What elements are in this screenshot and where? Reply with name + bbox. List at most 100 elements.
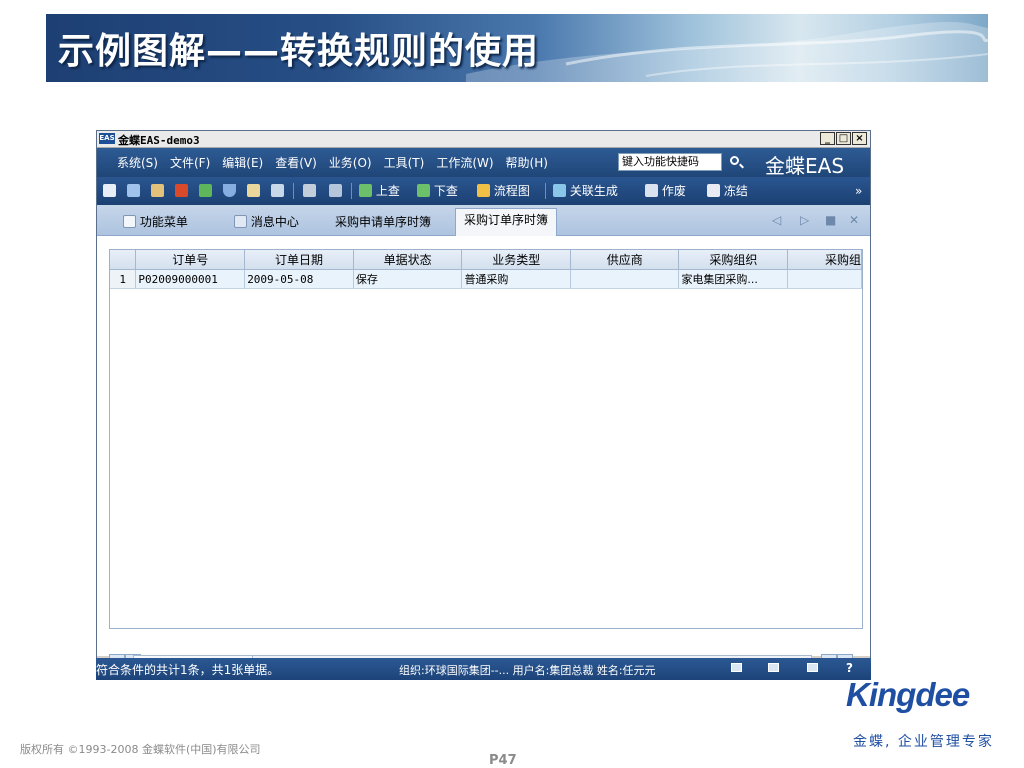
help-icon[interactable]: ? [846,661,853,675]
table-header-row: 订单号 订单日期 单据状态 业务类型 供应商 采购组织 采购组 [110,250,862,270]
locate-button[interactable] [247,183,260,199]
print-preview-icon [329,184,342,197]
void-icon [645,184,658,197]
keyboard-icon[interactable] [807,663,818,672]
locate-icon [247,184,260,197]
filter-icon [223,184,236,197]
up-query-icon [359,184,372,197]
copyright-text: 版权所有 ©1993-2008 金蝶软件(中国)有限公司 [20,743,261,756]
toolbar-separator [351,183,352,199]
column-header-supplier[interactable]: 供应商 [570,250,680,270]
cell-purchase-org[interactable]: 家电集团采购... [678,269,789,289]
menu-help[interactable]: 帮助(H) [506,154,548,171]
tab-close-icon[interactable]: ✕ [849,213,859,227]
list-content: 订单号 订单日期 单据状态 业务类型 供应商 采购组织 采购组 1 P02009… [97,236,870,656]
column-header-business-type[interactable]: 业务类型 [461,250,571,270]
flowchart-label: 流程图 [493,184,530,198]
menu-business[interactable]: 业务(O) [329,154,372,171]
notes-icon[interactable] [768,663,779,672]
attachment-icon [271,184,284,197]
pen-icon [151,184,164,197]
tab-list-icon[interactable]: ■ [825,213,836,227]
cell-doc-status[interactable]: 保存 [353,269,463,289]
menu-tools[interactable]: 工具(T) [384,154,425,171]
page-number: P47 [489,753,517,768]
order-grid: 订单号 订单日期 单据状态 业务类型 供应商 采购组织 采购组 1 P02009… [109,249,863,629]
freeze-label: 冻结 [723,184,748,198]
menu-workflow[interactable]: 工作流(W) [436,154,493,171]
search-icon[interactable] [730,156,739,165]
linked-generate-button[interactable]: 关联生成 [553,183,618,199]
app-window: EAS 金蝶EAS-demo3 _ □ × 系统(S) 文件(F) 编辑(E) … [96,130,871,680]
column-header-order-no[interactable]: 订单号 [135,250,246,270]
menu-bar: 系统(S) 文件(F) 编辑(E) 查看(V) 业务(O) 工具(T) 工作流(… [97,148,870,178]
calculator-icon[interactable] [731,663,742,672]
delete-button[interactable] [175,183,188,199]
tab-purchase-order-list[interactable]: 采购订单序时簿 [455,208,558,236]
up-query-label: 上查 [375,184,400,198]
freeze-button[interactable]: 冻结 [707,183,748,199]
close-button[interactable]: × [852,132,867,145]
flowchart-icon [477,184,490,197]
cell-order-date[interactable]: 2009-05-08 [244,269,354,289]
print-button[interactable] [303,183,316,199]
minimize-button[interactable]: _ [820,132,835,145]
org-user-status: 组织:环球国际集团--... 用户名:集团总裁 姓名:任元元 [399,664,656,677]
cell-business-type[interactable]: 普通采购 [461,269,571,289]
delete-x-icon [175,184,188,197]
filter-button[interactable] [223,183,236,199]
tab-prev-icon[interactable]: ◁ [772,213,781,227]
message-icon [234,215,247,228]
print-icon [303,184,316,197]
binoculars-icon [127,184,140,197]
toolbar-overflow-button[interactable]: » [855,183,862,199]
column-header-order-date[interactable]: 订单日期 [244,250,354,270]
status-bar: 符合条件的共计1条，共1张单据。 组织:环球国际集团--... 用户名:集团总裁… [96,658,871,680]
new-doc-icon [103,184,116,197]
window-titlebar[interactable]: EAS 金蝶EAS-demo3 _ □ × [97,131,870,148]
record-count-status: 符合条件的共计1条，共1张单据。 [96,663,280,677]
order-table: 订单号 订单日期 单据状态 业务类型 供应商 采购组织 采购组 1 P02009… [110,250,862,289]
slogan: 金蝶, 企业管理专家 [853,734,994,750]
new-button[interactable] [103,183,116,199]
down-query-icon [417,184,430,197]
view-button[interactable] [127,183,140,199]
cell-order-no[interactable]: P02009000001 [135,269,246,289]
refresh-icon [199,184,212,197]
cell-purchase-group[interactable] [787,269,862,289]
up-query-button[interactable]: 上查 [359,183,400,199]
table-row[interactable]: 1 P02009000001 2009-05-08 保存 普通采购 家电集团采购… [110,269,862,289]
attachment-button[interactable] [271,183,284,199]
row-number: 1 [110,269,137,289]
toolbar-separator [545,183,546,199]
down-query-button[interactable]: 下查 [417,183,458,199]
function-code-input[interactable]: 键入功能快捷码 [618,153,722,171]
lock-icon [707,184,720,197]
print-preview-button[interactable] [329,183,342,199]
edit-button[interactable] [151,183,164,199]
column-header-purchase-org[interactable]: 采购组织 [678,250,789,270]
column-header-purchase-group[interactable]: 采购组 [787,250,862,270]
linked-generate-label: 关联生成 [569,184,618,198]
refresh-button[interactable] [199,183,212,199]
tab-bar: 功能菜单 消息中心 采购申请单序时簿 采购订单序时簿 ◁ ▷ ■ ✕ [97,205,870,236]
kingdee-logo: Kingdee [846,676,970,713]
menu-view[interactable]: 查看(V) [275,154,317,171]
slide-title: 示例图解——转换规则的使用 [58,31,540,72]
eas-app-icon: EAS [99,133,115,144]
menu-system[interactable]: 系统(S) [117,154,158,171]
void-button[interactable]: 作废 [645,183,686,199]
tab-purchase-request-list[interactable]: 采购申请单序时簿 [335,213,431,230]
flowchart-button[interactable]: 流程图 [477,183,530,199]
toolbar: 上查 下查 流程图 关联生成 作废 冻结 » [97,177,870,205]
menu-edit[interactable]: 编辑(E) [222,154,263,171]
function-menu-icon [123,215,136,228]
menu-file[interactable]: 文件(F) [170,154,210,171]
maximize-button[interactable]: □ [836,132,851,145]
tab-message-center[interactable]: 消息中心 [234,213,299,230]
cell-supplier[interactable] [570,269,680,289]
tab-function-menu[interactable]: 功能菜单 [123,213,188,230]
tab-next-icon[interactable]: ▷ [800,213,809,227]
column-header-doc-status[interactable]: 单据状态 [353,250,463,270]
toolbar-separator [293,183,294,199]
